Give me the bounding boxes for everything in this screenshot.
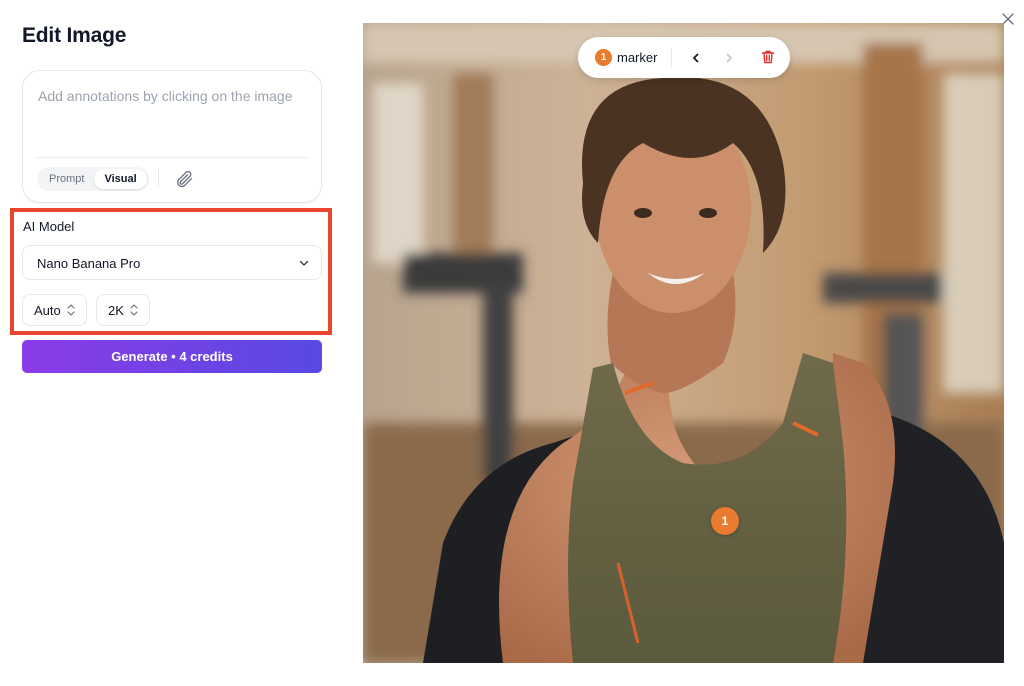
aspect-ratio-value: Auto	[34, 302, 61, 318]
chevron-left-icon[interactable]	[689, 51, 703, 65]
ai-model-value: Nano Banana Pro	[37, 256, 141, 271]
chevron-down-icon	[299, 260, 309, 266]
resolution-value: 2K	[108, 302, 124, 318]
ai-model-select[interactable]: Nano Banana Pro	[22, 245, 322, 280]
resolution-select[interactable]: 2K	[96, 294, 150, 326]
edit-image-canvas[interactable]	[363, 23, 1004, 663]
aspect-ratio-select[interactable]: Auto	[22, 294, 87, 326]
page-title: Edit Image	[22, 24, 127, 47]
mode-toggle: Prompt Visual	[37, 167, 149, 191]
chevron-right-icon[interactable]	[722, 51, 736, 65]
marker-toolbar: 1 marker	[578, 37, 790, 78]
marker-count-badge: 1	[595, 49, 612, 66]
portrait-photo	[363, 23, 1004, 663]
mode-prompt-tab[interactable]: Prompt	[39, 169, 94, 189]
marker-label: marker	[617, 50, 658, 65]
prompt-placeholder: Add annotations by clicking on the image	[38, 88, 293, 104]
trash-icon[interactable]	[760, 49, 776, 65]
ai-model-label: AI Model	[23, 219, 75, 234]
mode-visual-tab[interactable]: Visual	[94, 169, 147, 189]
prompt-divider	[35, 157, 309, 158]
stepper-icon	[67, 304, 75, 316]
generate-button[interactable]: Generate • 4 credits	[22, 340, 322, 373]
attach-icon[interactable]	[174, 169, 194, 189]
toolbar-divider	[671, 49, 672, 67]
annotation-prompt-box[interactable]: Add annotations by clicking on the image…	[22, 70, 322, 203]
stepper-icon	[130, 304, 138, 316]
annotation-marker-pin[interactable]: 1	[711, 507, 739, 535]
toolbar-divider	[158, 169, 159, 187]
